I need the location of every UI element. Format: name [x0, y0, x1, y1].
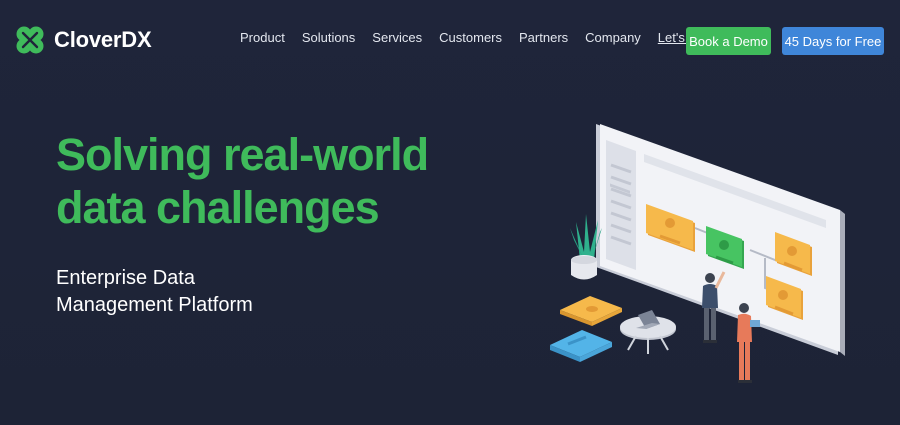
- main-nav: Product Solutions Services Customers Par…: [240, 30, 711, 45]
- nav-partners[interactable]: Partners: [519, 30, 568, 45]
- table-with-laptop: [620, 310, 676, 354]
- hero-title: Solving real-world data challenges: [56, 128, 526, 234]
- yellow-floor-card: [560, 296, 622, 326]
- nav-product[interactable]: Product: [240, 30, 285, 45]
- blue-floor-card: [550, 330, 612, 362]
- clover-logo[interactable]: CloverDX: [14, 24, 152, 56]
- hero-title-line1: Solving real-world: [56, 129, 429, 180]
- hero-subtitle-line2: Management Platform: [56, 294, 253, 316]
- hero-title-line2: data challenges: [56, 182, 380, 233]
- nav-customers[interactable]: Customers: [439, 30, 502, 45]
- nav-company[interactable]: Company: [585, 30, 641, 45]
- site-header: CloverDX Product Solutions Services Cust…: [0, 0, 900, 80]
- hero-subtitle: Enterprise Data Management Platform: [56, 265, 356, 319]
- nav-services[interactable]: Services: [372, 30, 422, 45]
- landing-page: CloverDX Product Solutions Services Cust…: [0, 0, 900, 425]
- free-trial-button[interactable]: 45 Days for Free: [782, 27, 884, 55]
- book-demo-button[interactable]: Book a Demo: [686, 27, 771, 55]
- clover-icon: [16, 26, 44, 54]
- brand-name: CloverDX: [54, 27, 152, 52]
- nav-solutions[interactable]: Solutions: [302, 30, 355, 45]
- hero-illustration: [550, 124, 845, 383]
- hero-subtitle-line1: Enterprise Data: [56, 267, 195, 289]
